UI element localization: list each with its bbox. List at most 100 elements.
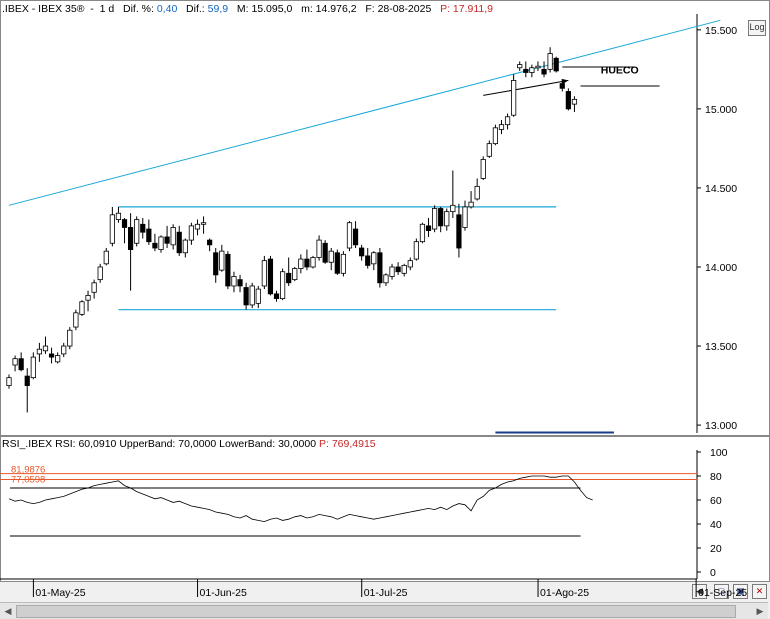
candle-body (450, 204, 456, 213)
candle (407, 257, 413, 271)
rsi-tick-label: 20 (710, 543, 722, 555)
candle-body (48, 353, 55, 358)
candle-body (377, 252, 383, 284)
candle-body (328, 250, 334, 263)
candle-body (109, 214, 115, 244)
candle-body (438, 208, 444, 227)
candle-body (267, 258, 274, 295)
candle-body (425, 225, 432, 232)
candle (134, 216, 140, 247)
price-tick-label: 15.500 (705, 25, 737, 37)
candle-body (261, 260, 267, 287)
candle (286, 257, 292, 286)
price-tick-label: 14.000 (705, 262, 737, 274)
candle (389, 263, 395, 280)
price-tick-label: 13.000 (705, 420, 737, 432)
date-tick-label: 01-Jun-25 (200, 587, 247, 599)
date-tick-label: 01-May-25 (35, 587, 85, 599)
candle-body (316, 239, 322, 258)
candle-body (529, 67, 535, 73)
candle (425, 217, 432, 237)
candle-body (310, 257, 316, 268)
price-tick-label: 13.500 (705, 341, 737, 353)
candle (517, 61, 523, 71)
candle-body (571, 98, 578, 105)
candle (115, 206, 122, 223)
candle (194, 219, 201, 236)
candle-body (359, 247, 365, 257)
candle (6, 374, 12, 389)
candle-body (255, 288, 261, 304)
candle (73, 309, 79, 331)
candle-body (213, 252, 219, 276)
candle (170, 224, 176, 250)
candle-body (115, 212, 122, 220)
rsi-tick-label: 0 (710, 567, 716, 579)
candle (24, 368, 30, 413)
candle (334, 249, 340, 275)
rsi-tick-label: 100 (710, 447, 728, 459)
candle-body (67, 329, 73, 347)
candle (365, 248, 371, 269)
candle-body (407, 260, 413, 268)
arrow-line (483, 79, 569, 96)
candle-body (322, 242, 328, 263)
candle-body (511, 80, 517, 116)
candle-body (55, 355, 61, 363)
candle-body (517, 64, 523, 69)
chart-window: .IBEX - IBEX 35® - 1 d Dif. %: 0,40 Dif.… (0, 0, 770, 619)
candle (419, 222, 426, 244)
candle-body (286, 272, 292, 284)
candle (316, 235, 322, 261)
candle-body (225, 253, 231, 287)
candle (298, 254, 304, 274)
rsi-tick-label: 60 (710, 495, 722, 507)
candle-body (207, 239, 213, 246)
candle-body (371, 252, 377, 265)
hueco-label: HUECO (601, 64, 639, 76)
candle (103, 248, 109, 266)
candle (91, 279, 97, 299)
candle (213, 248, 219, 283)
candle-body (535, 65, 541, 69)
candle-body (492, 127, 499, 145)
price-tick-label: 14.500 (705, 183, 737, 195)
candle-body (279, 271, 286, 300)
candle-body (292, 268, 298, 281)
candle (511, 74, 517, 117)
candle (182, 238, 188, 258)
candle-body (176, 231, 182, 254)
candle (61, 342, 67, 358)
candle-body (42, 345, 49, 352)
candle-body (498, 124, 505, 130)
candle-body (523, 68, 529, 73)
candle-body (237, 279, 243, 287)
candle-body (474, 185, 480, 200)
candle-body (547, 53, 553, 70)
candle-body (468, 201, 474, 208)
candle (352, 221, 359, 249)
candle-body (18, 358, 24, 371)
candle (535, 61, 541, 71)
candle (401, 263, 407, 277)
candle (456, 203, 462, 258)
candle (498, 119, 505, 135)
candle (450, 170, 456, 218)
candle-body (6, 377, 12, 386)
candle-body (298, 258, 304, 269)
candle-body (164, 236, 170, 244)
candle-body (456, 214, 462, 249)
candle (12, 355, 18, 372)
candle-body (200, 222, 207, 225)
candle (377, 248, 383, 288)
candle-body (146, 228, 152, 243)
candle (237, 274, 243, 293)
candle (431, 205, 438, 233)
candle (97, 263, 103, 283)
candle-body (462, 206, 468, 228)
candle (36, 342, 43, 362)
candle-body (140, 223, 146, 233)
candle (468, 191, 474, 209)
candle (480, 156, 486, 181)
candle-body (565, 91, 571, 110)
